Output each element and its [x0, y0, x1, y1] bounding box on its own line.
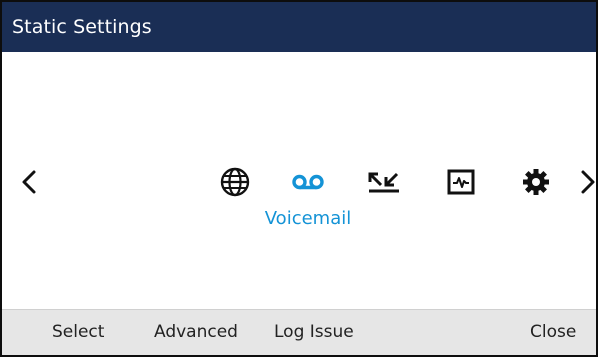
page-title: Static Settings [2, 2, 596, 52]
chevron-left-icon[interactable] [14, 164, 44, 200]
selected-item-label: Voicemail [264, 208, 352, 229]
select-button[interactable]: Select [52, 310, 104, 355]
advanced-button[interactable]: Advanced [154, 310, 238, 355]
log-issue-button[interactable]: Log Issue [274, 310, 354, 355]
call-log-icon[interactable] [364, 166, 404, 198]
gear-icon[interactable] [516, 166, 556, 198]
voicemail-icon[interactable] [288, 166, 328, 198]
diagnostics-icon[interactable] [441, 166, 481, 198]
softkey-bar: Select Advanced Log Issue Close [2, 309, 596, 355]
chevron-right-icon[interactable] [573, 164, 596, 200]
phone-screen: Static Settings Voicemail Select Advance… [0, 0, 598, 357]
close-button[interactable]: Close [530, 310, 576, 355]
globe-icon[interactable] [215, 166, 255, 198]
